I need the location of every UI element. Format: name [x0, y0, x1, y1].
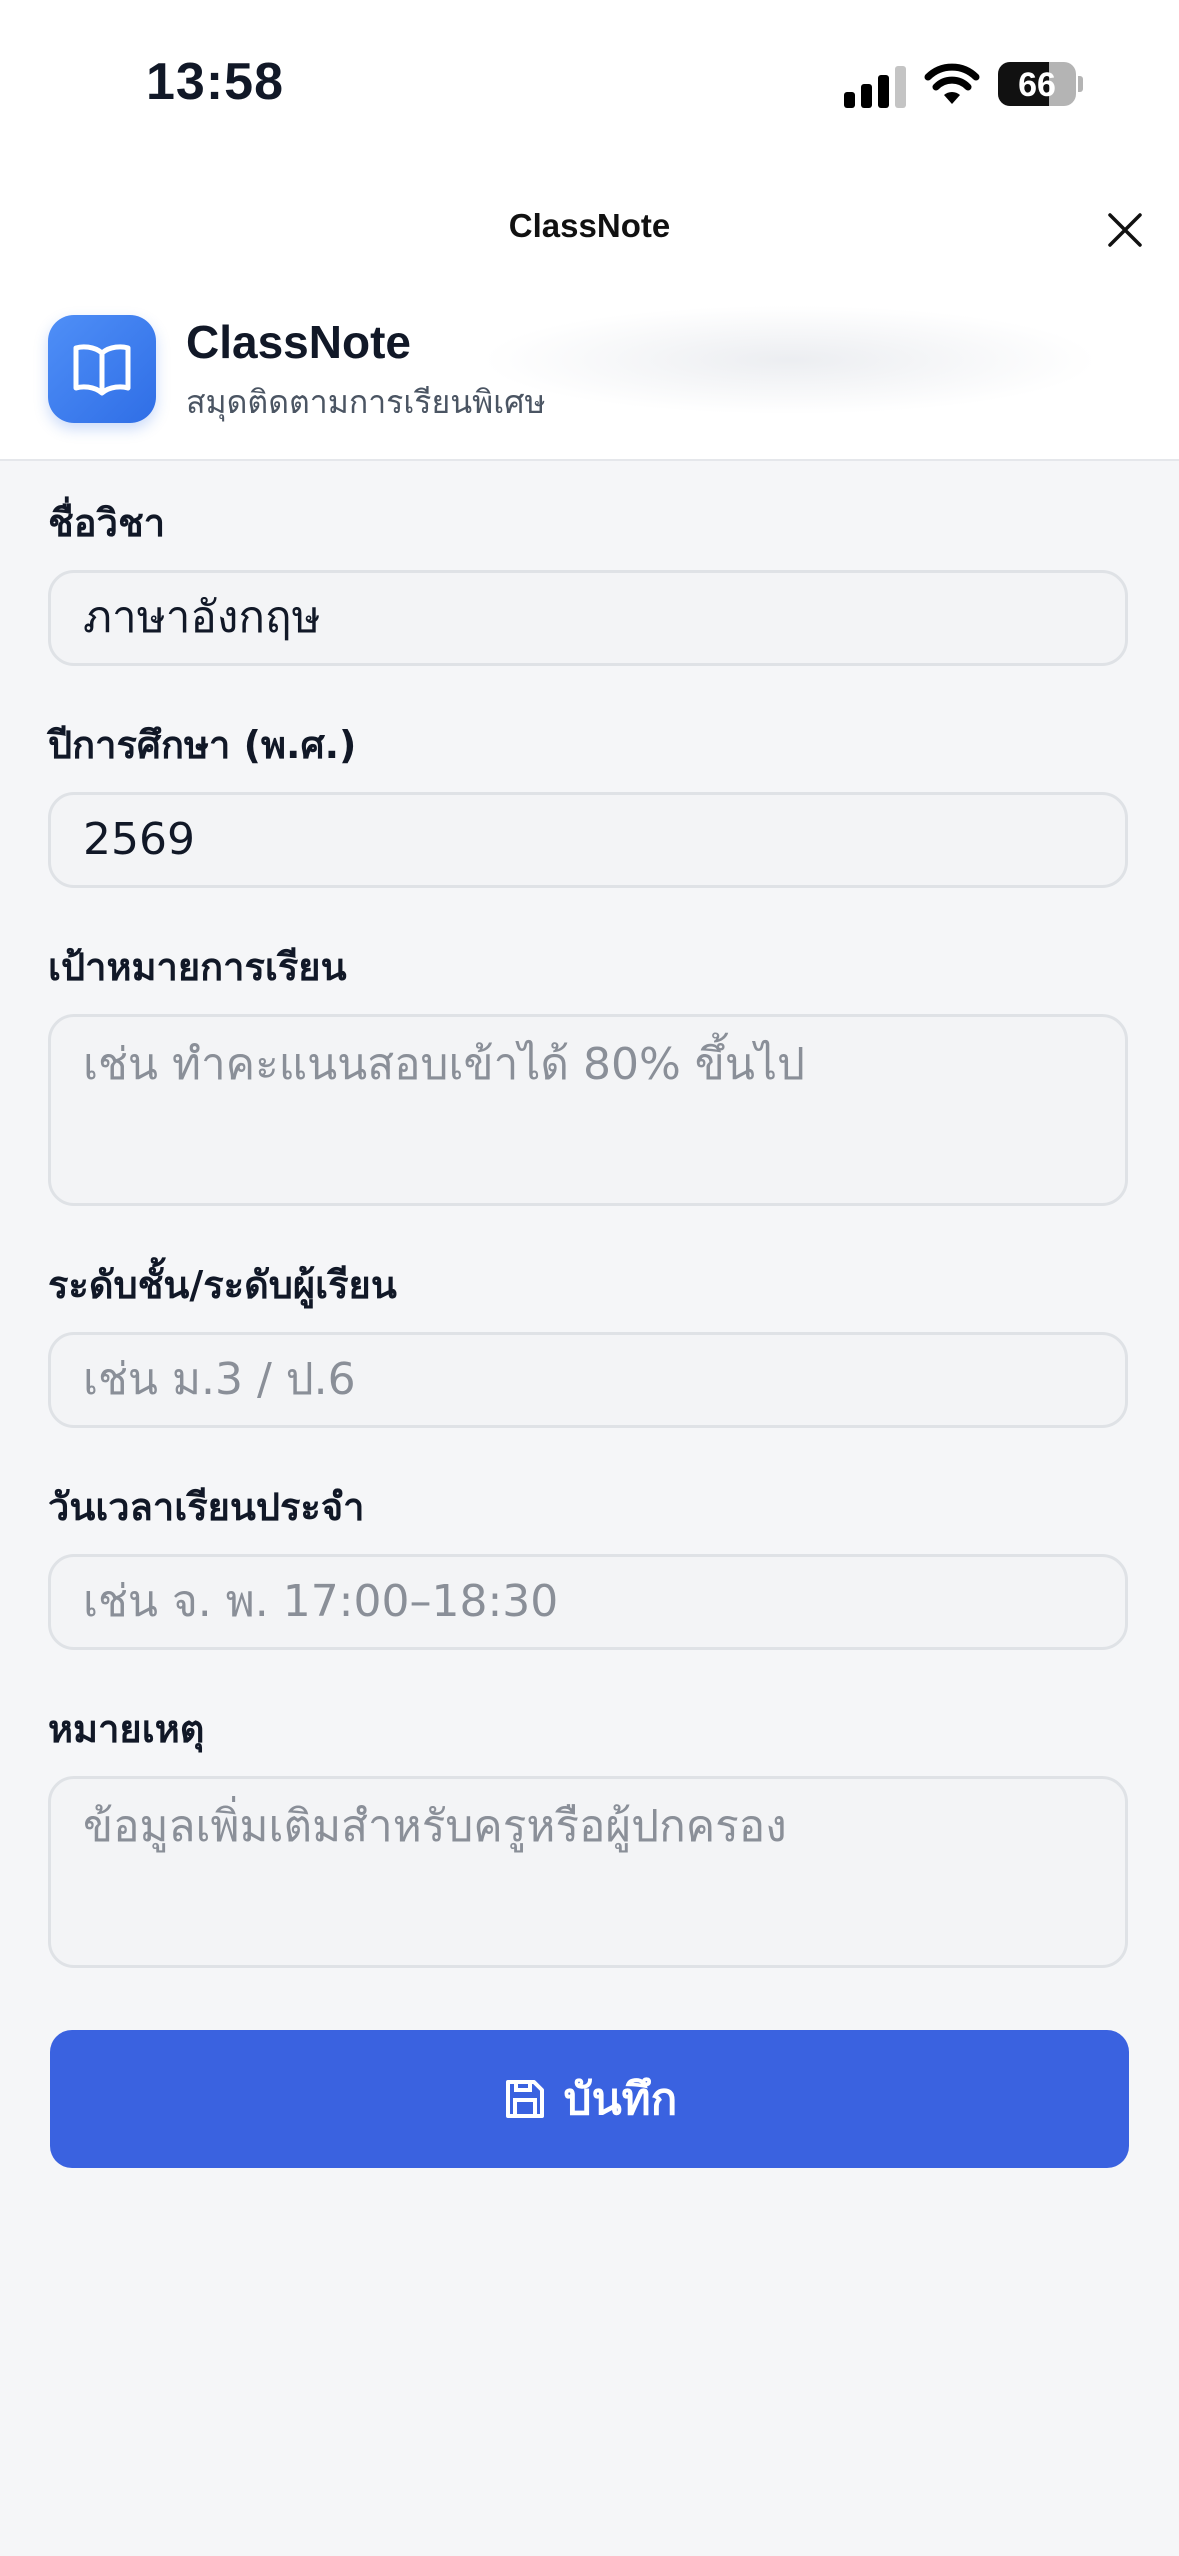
schedule-input[interactable]: เช่น จ. พ. 17:00–18:30 [48, 1554, 1128, 1650]
app-subtitle: สมุดติดตามการเรียนพิเศษ [186, 383, 546, 421]
battery-level: 66 [1018, 66, 1056, 104]
academic-year-label: ปีการศึกษา (พ.ศ.) [48, 723, 357, 767]
status-time: 13:58 [146, 53, 284, 111]
floppy-disk-icon [505, 2080, 544, 2118]
goal-label: เป้าหมายการเรียน [48, 945, 347, 989]
wifi-icon [924, 63, 980, 104]
sheet-title-bar: ClassNote [0, 175, 1179, 285]
goal-textarea[interactable]: เช่น ทำคะแนนสอบเข้าได้ 80% ขึ้นไป [48, 1014, 1128, 1206]
level-label: ระดับชั้น/ระดับผู้เรียน [48, 1263, 397, 1307]
battery-icon: 66 [998, 62, 1076, 106]
cellular-signal-icon [844, 64, 908, 108]
app-icon [48, 315, 156, 423]
battery-cap [1078, 76, 1083, 92]
status-bar: 13:58 66 [0, 0, 1179, 175]
close-icon[interactable] [1100, 205, 1150, 255]
app-header: ClassNote สมุดติดตามการเรียนพิเศษ [0, 285, 1179, 461]
header-blur [480, 305, 1100, 415]
save-button-label: บันทึก [563, 2074, 678, 2125]
level-input[interactable]: เช่น ม.3 / ป.6 [48, 1332, 1128, 1428]
notes-label: หมายเหตุ [48, 1707, 205, 1751]
sheet-title: ClassNote [508, 207, 671, 244]
app-name: ClassNote [186, 316, 411, 368]
open-book-icon [73, 344, 131, 396]
academic-year-input[interactable]: 2569 [48, 792, 1128, 888]
save-button[interactable]: บันทึก [50, 2030, 1129, 2168]
schedule-label: วันเวลาเรียนประจำ [48, 1485, 365, 1529]
subject-input[interactable]: ภาษาอังกฤษ [48, 570, 1128, 666]
subject-label: ชื่อวิชา [48, 501, 166, 545]
notes-textarea[interactable]: ข้อมูลเพิ่มเติมสำหรับครูหรือผู้ปกครอง [48, 1776, 1128, 1968]
